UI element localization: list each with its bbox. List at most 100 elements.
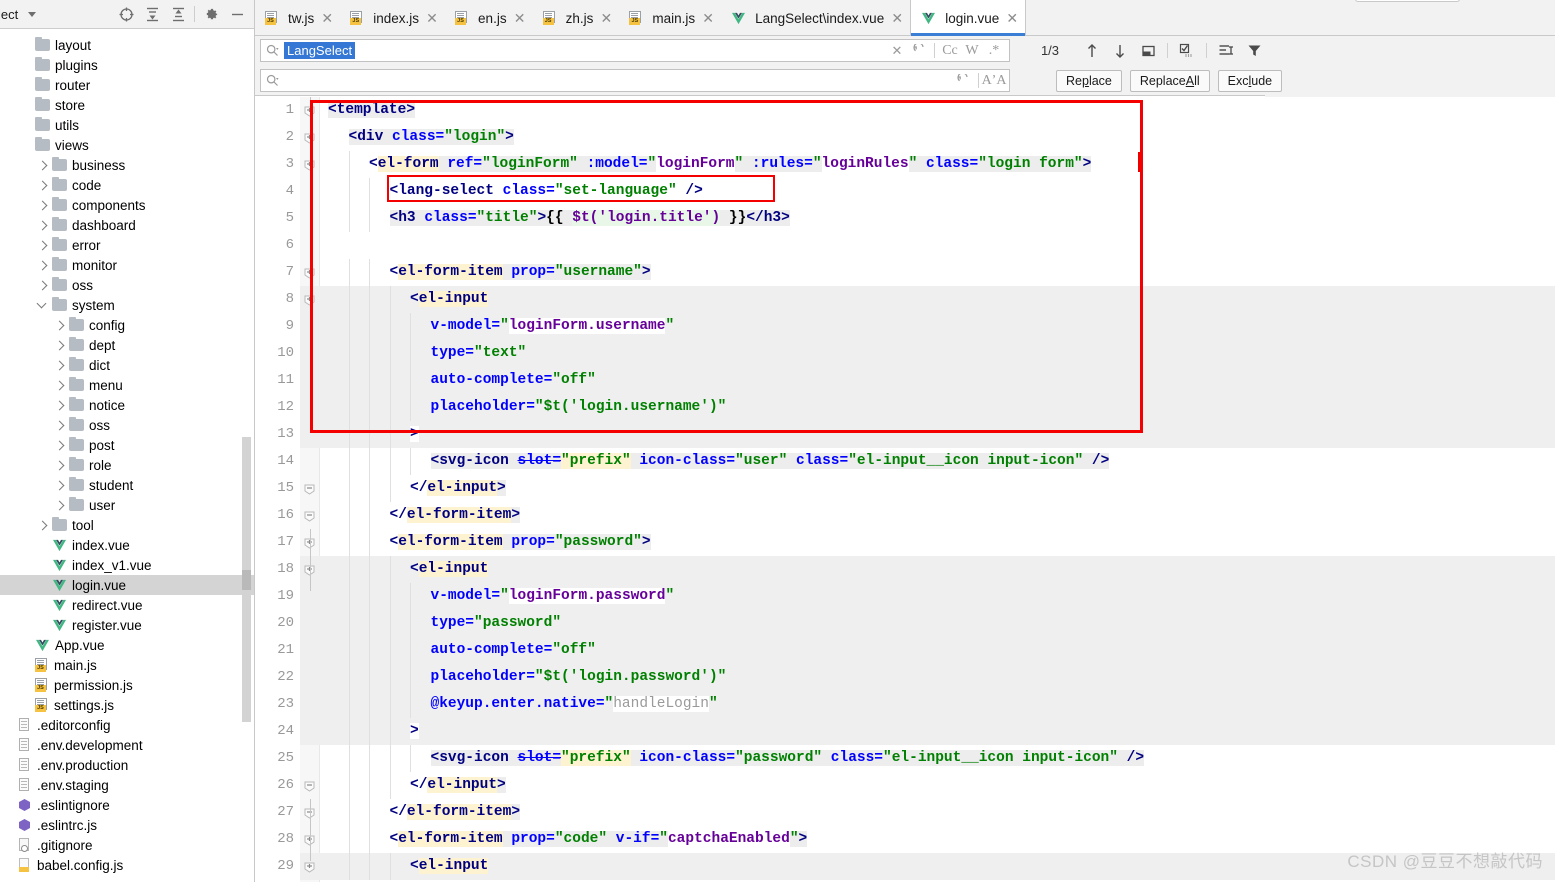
- tree-item-gitignore[interactable]: .gitignore: [0, 835, 254, 855]
- code-line[interactable]: </el-form-item>: [320, 502, 1555, 529]
- tree-item-register-vue[interactable]: register.vue: [0, 615, 254, 635]
- code-line[interactable]: <lang-select class="set-language" />: [320, 178, 1555, 205]
- chevron-right-icon[interactable]: [54, 320, 69, 330]
- tree-item-business[interactable]: business: [0, 155, 254, 175]
- tree-item-env-production[interactable]: .env.production: [0, 755, 254, 775]
- replace-all-button[interactable]: Replace All: [1129, 69, 1210, 92]
- in-selection-icon[interactable]: [1214, 40, 1238, 62]
- tree-item-config[interactable]: config: [0, 315, 254, 335]
- close-icon[interactable]: ✕: [1006, 11, 1018, 25]
- chevron-down-icon[interactable]: [28, 11, 37, 17]
- tree-item-oss[interactable]: oss: [0, 275, 254, 295]
- close-icon[interactable]: ✕: [891, 11, 903, 25]
- code-line[interactable]: placeholder="$t('login.password')": [320, 664, 1555, 691]
- fold-collapse-icon[interactable]: [304, 780, 315, 792]
- tree-item-components[interactable]: components: [0, 195, 254, 215]
- tree-item-oss[interactable]: oss: [0, 415, 254, 435]
- history-icon[interactable]: [909, 41, 929, 61]
- tree-item-store[interactable]: store: [0, 95, 254, 115]
- tree-item-post[interactable]: post: [0, 435, 254, 455]
- tree-item-app-vue[interactable]: App.vue: [0, 635, 254, 655]
- prev-match-icon[interactable]: [1080, 40, 1104, 62]
- code-line[interactable]: [320, 232, 1555, 259]
- match-case-icon[interactable]: Cc: [940, 41, 960, 61]
- tree-item-env-staging[interactable]: .env.staging: [0, 775, 254, 795]
- expand-all-icon[interactable]: [139, 2, 165, 26]
- chevron-right-icon[interactable]: [54, 440, 69, 450]
- editor-tab-main-js[interactable]: JS main.js ✕: [619, 0, 721, 36]
- chevron-right-icon[interactable]: [37, 520, 52, 530]
- tree-item-babel-config-js[interactable]: babel.config.js: [0, 855, 254, 875]
- editor-tab-en-js[interactable]: JS en.js ✕: [445, 0, 533, 36]
- editor-tab-login-vue[interactable]: login.vue ✕: [910, 0, 1027, 36]
- code-line[interactable]: <el-input: [320, 286, 1555, 313]
- replace-button[interactable]: Re p lace: [1056, 69, 1122, 92]
- close-icon[interactable]: ✕: [600, 11, 612, 25]
- clear-icon[interactable]: ✕: [887, 41, 907, 61]
- tree-item-dept[interactable]: dept: [0, 335, 254, 355]
- preserve-case-icon[interactable]: AʼA: [982, 71, 1007, 91]
- chevron-right-icon[interactable]: [37, 220, 52, 230]
- exclude-button[interactable]: Exc l ude: [1217, 69, 1283, 92]
- tree-item-views[interactable]: views: [0, 135, 254, 155]
- code-line[interactable]: </el-form-item>: [320, 799, 1555, 826]
- tree-item-notice[interactable]: notice: [0, 395, 254, 415]
- history-icon[interactable]: [953, 71, 973, 91]
- code-line[interactable]: <div class="login">: [320, 124, 1555, 151]
- tree-item-student[interactable]: student: [0, 475, 254, 495]
- chevron-right-icon[interactable]: [54, 420, 69, 430]
- filter-icon[interactable]: [1242, 40, 1266, 62]
- tree-item-system[interactable]: system: [0, 295, 254, 315]
- collapse-all-icon[interactable]: [165, 2, 191, 26]
- code-line[interactable]: <el-form-item prop="password">: [320, 529, 1555, 556]
- code-line[interactable]: type="password": [320, 610, 1555, 637]
- close-icon[interactable]: ✕: [702, 11, 714, 25]
- close-icon[interactable]: ✕: [321, 11, 333, 25]
- code-line[interactable]: auto-complete="off": [320, 637, 1555, 664]
- chevron-right-icon[interactable]: [54, 480, 69, 490]
- tree-item-login-vue[interactable]: login.vue: [0, 575, 254, 595]
- next-match-icon[interactable]: [1108, 40, 1132, 62]
- replace-input[interactable]: AʼA: [260, 69, 1010, 92]
- tree-item-utils[interactable]: utils: [0, 115, 254, 135]
- chevron-right-icon[interactable]: [37, 280, 52, 290]
- tree-item-permission-js[interactable]: JS permission.js: [0, 675, 254, 695]
- code-line[interactable]: <template>: [320, 97, 1555, 124]
- tree-item-plugins[interactable]: plugins: [0, 55, 254, 75]
- settings-gear-icon[interactable]: [198, 2, 224, 26]
- tree-item-error[interactable]: error: [0, 235, 254, 255]
- code-line[interactable]: >: [320, 718, 1555, 745]
- code-line[interactable]: <h3 class="title">{{ $t('login.title') }…: [320, 205, 1555, 232]
- code-line[interactable]: v-model="loginForm.password": [320, 583, 1555, 610]
- close-icon[interactable]: ✕: [514, 11, 526, 25]
- code-line[interactable]: >: [320, 421, 1555, 448]
- chevron-right-icon[interactable]: [54, 500, 69, 510]
- code-line[interactable]: type="text": [320, 340, 1555, 367]
- hide-panel-icon[interactable]: [224, 2, 250, 26]
- tree-item-index-v1-vue[interactable]: index_v1.vue: [0, 555, 254, 575]
- code-text-area[interactable]: <template> <div class="login"> <el-form re…: [320, 97, 1555, 882]
- code-line[interactable]: <el-form-item prop="username">: [320, 259, 1555, 286]
- chevron-down-icon[interactable]: [36, 298, 52, 310]
- code-line[interactable]: auto-complete="off": [320, 367, 1555, 394]
- code-line[interactable]: </el-input>: [320, 475, 1555, 502]
- editor-tab-tw-js[interactable]: JS tw.js ✕: [255, 0, 340, 36]
- tree-item-layout[interactable]: layout: [0, 35, 254, 55]
- chevron-right-icon[interactable]: [37, 260, 52, 270]
- fold-expand-icon[interactable]: [304, 861, 315, 873]
- code-line[interactable]: placeholder="$t('login.username')": [320, 394, 1555, 421]
- fold-collapse-icon[interactable]: [304, 483, 315, 495]
- editor-tab-langselect-index-vue[interactable]: LangSelect\index.vue ✕: [721, 0, 910, 36]
- chevron-right-icon[interactable]: [54, 460, 69, 470]
- tree-item-redirect-vue[interactable]: redirect.vue: [0, 595, 254, 615]
- regex-icon[interactable]: .*: [984, 41, 1004, 61]
- select-all-occurrences-icon[interactable]: [1175, 40, 1199, 62]
- search-input[interactable]: LangSelect ✕ Cc W .*: [260, 39, 1010, 62]
- code-line[interactable]: <svg-icon slot="prefix" icon-class="pass…: [320, 745, 1555, 772]
- chevron-right-icon[interactable]: [37, 240, 52, 250]
- code-line[interactable]: @keyup.enter.native="handleLogin": [320, 691, 1555, 718]
- tree-item-index-vue[interactable]: index.vue: [0, 535, 254, 555]
- tree-item-eslintignore[interactable]: .eslintignore: [0, 795, 254, 815]
- code-line[interactable]: v-model="loginForm.username": [320, 313, 1555, 340]
- locate-icon[interactable]: [113, 2, 139, 26]
